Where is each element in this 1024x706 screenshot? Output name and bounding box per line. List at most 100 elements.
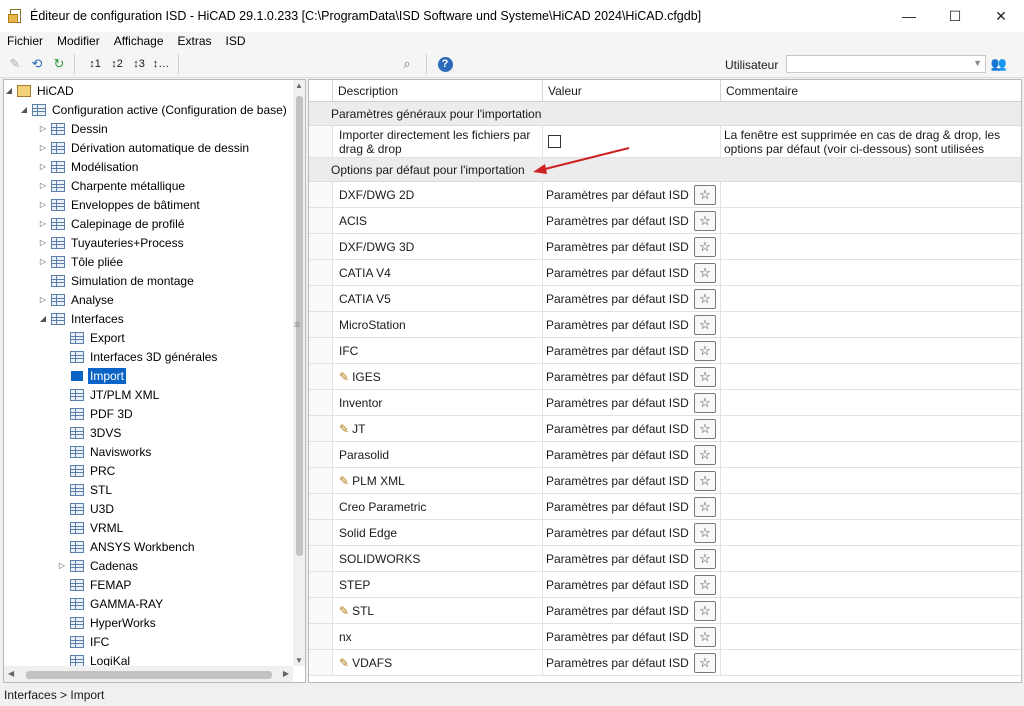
star-icon[interactable]: ☆ — [694, 497, 716, 517]
row-value[interactable]: Paramètres par défaut ISD — [546, 656, 689, 670]
tree-item-charpente[interactable]: ▷ Charpente métallique — [38, 176, 187, 195]
scroll-up-icon[interactable]: ▲ — [295, 81, 303, 90]
scroll-right-icon[interactable]: ▶ — [283, 669, 289, 678]
expand-icon[interactable]: ▷ — [38, 200, 48, 209]
tree-item-prc[interactable]: PRC — [57, 461, 117, 480]
tree-item-tuyauteries[interactable]: ▷ Tuyauteries+Process — [38, 233, 186, 252]
table-row[interactable]: ✎ PLM XML Paramètres par défaut ISD ☆ — [309, 468, 1021, 494]
menu-fichier[interactable]: Fichier — [0, 34, 50, 48]
expand-icon[interactable]: ▷ — [38, 295, 48, 304]
star-icon[interactable]: ☆ — [694, 367, 716, 387]
undo-icon[interactable]: ⟲ — [28, 55, 46, 73]
tree-item-ansys[interactable]: ANSYS Workbench — [57, 537, 197, 556]
row-value[interactable]: Paramètres par défaut ISD — [546, 552, 689, 566]
sort-all-icon[interactable]: ↕… — [152, 55, 170, 73]
tree-vertical-scrollbar[interactable]: ▲ ▼ — [293, 80, 305, 666]
refresh-icon[interactable]: ↻ — [50, 55, 68, 73]
tree-item-simulation[interactable]: Simulation de montage — [38, 271, 196, 290]
star-icon[interactable]: ☆ — [694, 627, 716, 647]
star-icon[interactable]: ☆ — [694, 445, 716, 465]
table-row[interactable]: SOLIDWORKS Paramètres par défaut ISD ☆ — [309, 546, 1021, 572]
tree-horizontal-scrollbar[interactable]: ◀ ▶ — [4, 666, 293, 682]
row-value[interactable]: Paramètres par défaut ISD — [546, 370, 689, 384]
scroll-thumb[interactable] — [26, 671, 272, 679]
row-value[interactable]: Paramètres par défaut ISD — [546, 266, 689, 280]
menu-affichage[interactable]: Affichage — [107, 34, 171, 48]
table-row[interactable]: ACIS Paramètres par défaut ISD ☆ — [309, 208, 1021, 234]
star-icon[interactable]: ☆ — [694, 653, 716, 673]
collapse-icon[interactable]: ◢ — [4, 86, 14, 95]
menu-extras[interactable]: Extras — [171, 34, 219, 48]
sort-3-icon[interactable]: ↕3 — [130, 55, 148, 73]
tree-item-dessin[interactable]: ▷ Dessin — [38, 119, 110, 138]
star-icon[interactable]: ☆ — [694, 471, 716, 491]
table-row[interactable]: ✎ STL Paramètres par défaut ISD ☆ — [309, 598, 1021, 624]
row-value[interactable]: Paramètres par défaut ISD — [546, 474, 689, 488]
star-icon[interactable]: ☆ — [694, 523, 716, 543]
tree-item-cadenas[interactable]: ▷ Cadenas — [57, 556, 140, 575]
star-icon[interactable]: ☆ — [694, 419, 716, 439]
scroll-down-icon[interactable]: ▼ — [295, 656, 303, 665]
maximize-button[interactable]: ☐ — [932, 0, 978, 32]
table-row[interactable]: MicroStation Paramètres par défaut ISD ☆ — [309, 312, 1021, 338]
tree-item-enveloppes[interactable]: ▷ Enveloppes de bâtiment — [38, 195, 202, 214]
star-icon[interactable]: ☆ — [694, 263, 716, 283]
menu-modifier[interactable]: Modifier — [50, 34, 107, 48]
expand-icon[interactable]: ▷ — [38, 257, 48, 266]
table-row[interactable]: ✎ VDAFS Paramètres par défaut ISD ☆ — [309, 650, 1021, 676]
table-row[interactable]: CATIA V4 Paramètres par défaut ISD ☆ — [309, 260, 1021, 286]
tree-root[interactable]: ◢ HiCAD — [4, 81, 76, 100]
tree-item-u3d[interactable]: U3D — [57, 499, 116, 518]
row-value[interactable]: Paramètres par défaut ISD — [546, 344, 689, 358]
binoculars-icon[interactable]: ⌕ — [398, 55, 416, 73]
expand-icon[interactable]: ▷ — [38, 219, 48, 228]
sort-2-icon[interactable]: ↕2 — [108, 55, 126, 73]
collapse-icon[interactable]: ◢ — [19, 105, 29, 114]
expand-icon[interactable]: ▷ — [38, 162, 48, 171]
table-row[interactable]: Parasolid Paramètres par défaut ISD ☆ — [309, 442, 1021, 468]
tree-item-jt-plm[interactable]: JT/PLM XML — [57, 385, 161, 404]
expand-icon[interactable]: ▷ — [38, 238, 48, 247]
star-icon[interactable]: ☆ — [694, 341, 716, 361]
expand-icon[interactable]: ▷ — [38, 143, 48, 152]
star-icon[interactable]: ☆ — [694, 575, 716, 595]
tree-item-ifc[interactable]: IFC — [57, 632, 111, 651]
row-value[interactable]: Paramètres par défaut ISD — [546, 448, 689, 462]
star-icon[interactable]: ☆ — [694, 601, 716, 621]
tree-item-interfaces-3d[interactable]: Interfaces 3D générales — [57, 347, 219, 366]
minimize-button[interactable]: — — [886, 0, 932, 32]
row-value[interactable]: Paramètres par défaut ISD — [546, 578, 689, 592]
table-row[interactable]: STEP Paramètres par défaut ISD ☆ — [309, 572, 1021, 598]
close-button[interactable]: ✕ — [978, 0, 1024, 32]
star-icon[interactable]: ☆ — [694, 393, 716, 413]
tree-item-analyse[interactable]: ▷ Analyse — [38, 290, 116, 309]
table-row[interactable]: Inventor Paramètres par défaut ISD ☆ — [309, 390, 1021, 416]
table-row[interactable]: ✎ JT Paramètres par défaut ISD ☆ — [309, 416, 1021, 442]
tree-item-stl[interactable]: STL — [57, 480, 114, 499]
help-icon[interactable]: ? — [436, 55, 454, 73]
star-icon[interactable]: ☆ — [694, 289, 716, 309]
row-value[interactable]: Paramètres par défaut ISD — [546, 630, 689, 644]
tree-item-export[interactable]: Export — [57, 328, 127, 347]
star-icon[interactable]: ☆ — [694, 211, 716, 231]
tree-item-calepinage[interactable]: ▷ Calepinage de profilé — [38, 214, 186, 233]
tree-item-derivation[interactable]: ▷ Dérivation automatique de dessin — [38, 138, 251, 157]
tree-item-femap[interactable]: FEMAP — [57, 575, 133, 594]
expand-icon[interactable]: ▷ — [57, 561, 67, 570]
table-row[interactable]: Solid Edge Paramètres par défaut ISD ☆ — [309, 520, 1021, 546]
tree-item-interfaces[interactable]: ◢ Interfaces — [38, 309, 126, 328]
row-value[interactable]: Paramètres par défaut ISD — [546, 500, 689, 514]
tree-item-pdf3d[interactable]: PDF 3D — [57, 404, 135, 423]
row-value[interactable]: Paramètres par défaut ISD — [546, 318, 689, 332]
row-value[interactable]: Paramètres par défaut ISD — [546, 604, 689, 618]
tree-item-3dvs[interactable]: 3DVS — [57, 423, 123, 442]
table-row[interactable]: CATIA V5 Paramètres par défaut ISD ☆ — [309, 286, 1021, 312]
table-row[interactable]: Creo Parametric Paramètres par défaut ISD… — [309, 494, 1021, 520]
row-value[interactable]: Paramètres par défaut ISD — [546, 292, 689, 306]
splitter-grip-icon[interactable]: ≡ — [294, 320, 300, 331]
star-icon[interactable]: ☆ — [694, 237, 716, 257]
tree-item-import[interactable]: Import — [57, 366, 127, 385]
star-icon[interactable]: ☆ — [694, 549, 716, 569]
menu-isd[interactable]: ISD — [219, 34, 253, 48]
row-value[interactable]: Paramètres par défaut ISD — [546, 422, 689, 436]
